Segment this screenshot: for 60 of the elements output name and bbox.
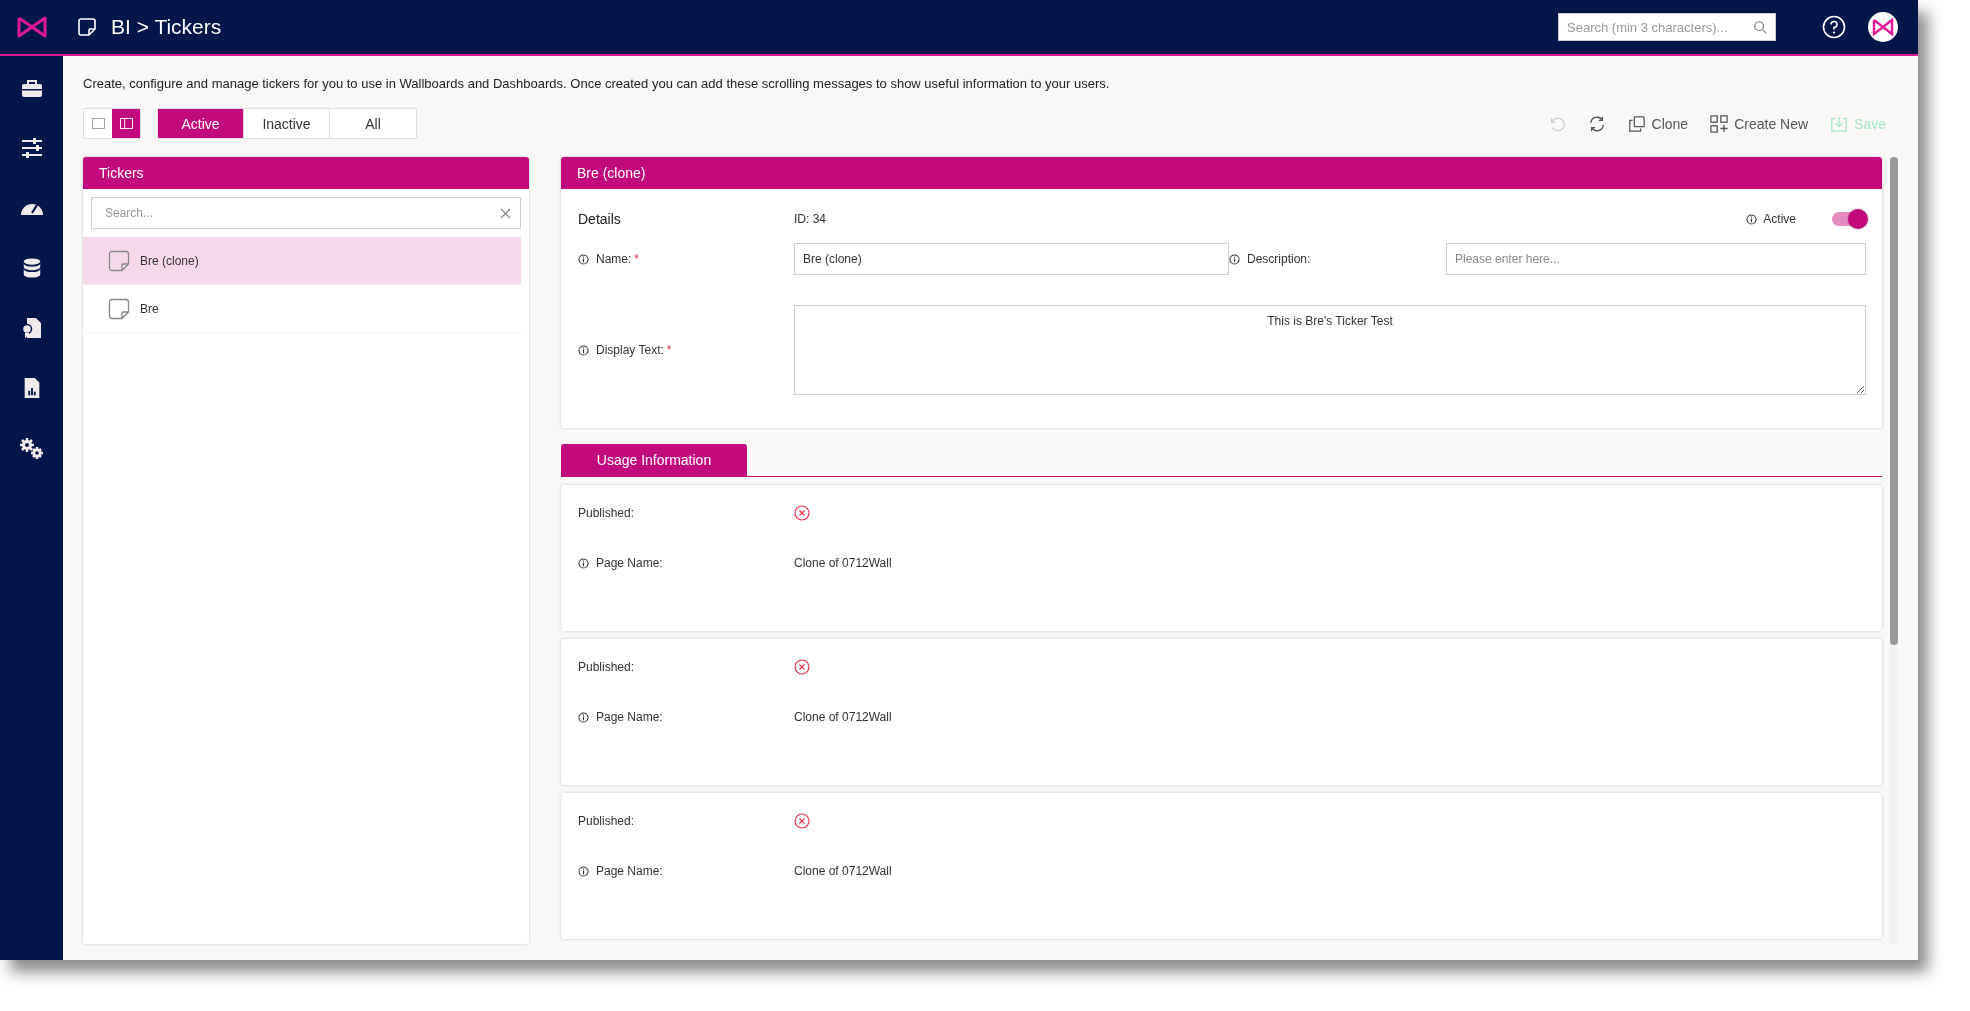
page-name-text: Clone of 0712Wall <box>794 864 892 878</box>
copy-icon <box>1627 114 1646 133</box>
page-name-text: Clone of 0712Wall <box>794 556 892 570</box>
avatar-icon[interactable] <box>1868 12 1898 42</box>
scrollbar[interactable] <box>1890 157 1898 944</box>
name-field[interactable]: Bre (clone) <box>794 243 1229 275</box>
split-view-button[interactable] <box>112 109 140 138</box>
global-search-field[interactable]: Search (min 3 characters)... <box>1558 13 1776 41</box>
page-title: BI > Tickers <box>111 15 222 39</box>
cross-circle-icon <box>794 659 810 675</box>
field-label: Page Name: <box>596 864 663 878</box>
add-grid-icon <box>1710 114 1729 133</box>
cross-circle-icon <box>794 813 810 829</box>
window-icon <box>91 118 105 129</box>
required-mark: * <box>634 252 639 266</box>
search-icon <box>1753 20 1767 34</box>
split-view-icon <box>119 118 133 129</box>
logo-icon <box>15 15 49 39</box>
active-toggle[interactable] <box>1832 212 1866 226</box>
intro-text: Create, configure and manage tickers for you to use in Wallboards and Dashboards. Once created you can add these scrolling messages to show useful information to your users. <box>83 76 1111 91</box>
ticker-search-field[interactable]: Search... <box>91 197 521 229</box>
ticker-list-item[interactable]: Bre <box>83 285 521 333</box>
gears-icon[interactable] <box>17 436 46 460</box>
usage-tab[interactable]: Usage Information <box>561 444 747 476</box>
required-mark: * <box>666 343 672 357</box>
field-label: Page Name: <box>596 710 663 724</box>
info-icon <box>1746 213 1758 225</box>
filter-tab[interactable]: Active <box>158 109 244 138</box>
field-label: Page Name: <box>596 556 663 570</box>
field-label: Published: <box>578 506 635 520</box>
ticker-list-item[interactable]: Bre (clone) <box>83 237 521 285</box>
note-icon <box>108 249 130 272</box>
help-icon[interactable] <box>1822 15 1846 39</box>
info-icon <box>578 344 589 356</box>
page-name-text: Clone of 0712Wall <box>794 710 892 724</box>
sliders-icon[interactable] <box>19 136 44 160</box>
note-icon <box>108 297 130 320</box>
info-icon <box>578 711 589 723</box>
info-icon <box>578 557 589 569</box>
description-field[interactable]: Please enter here... <box>1446 243 1866 275</box>
info-icon <box>578 253 589 265</box>
section-title: Details <box>578 211 622 227</box>
cross-circle-icon <box>794 505 810 521</box>
id-text: ID: 34 <box>794 212 827 226</box>
clone-button[interactable]: Clone <box>1625 112 1691 135</box>
info-icon <box>1229 253 1240 265</box>
field-label: Name: <box>596 252 632 266</box>
close-icon[interactable] <box>500 208 511 219</box>
field-label: Published: <box>578 814 635 828</box>
note-icon <box>77 17 97 37</box>
panel-header: Tickers <box>83 157 529 189</box>
panel-header: Bre (clone) <box>561 157 1882 189</box>
create-button[interactable]: Create New <box>1708 112 1811 135</box>
download-icon <box>1830 114 1849 133</box>
field-label: Active <box>1763 212 1796 226</box>
display-text-field[interactable]: This is Bre's Ticker Test <box>794 305 1866 395</box>
field-label: Description: <box>1247 252 1311 266</box>
info-icon <box>578 865 589 877</box>
field-label: Published: <box>578 660 635 674</box>
field-label: Display Text: <box>596 343 664 357</box>
